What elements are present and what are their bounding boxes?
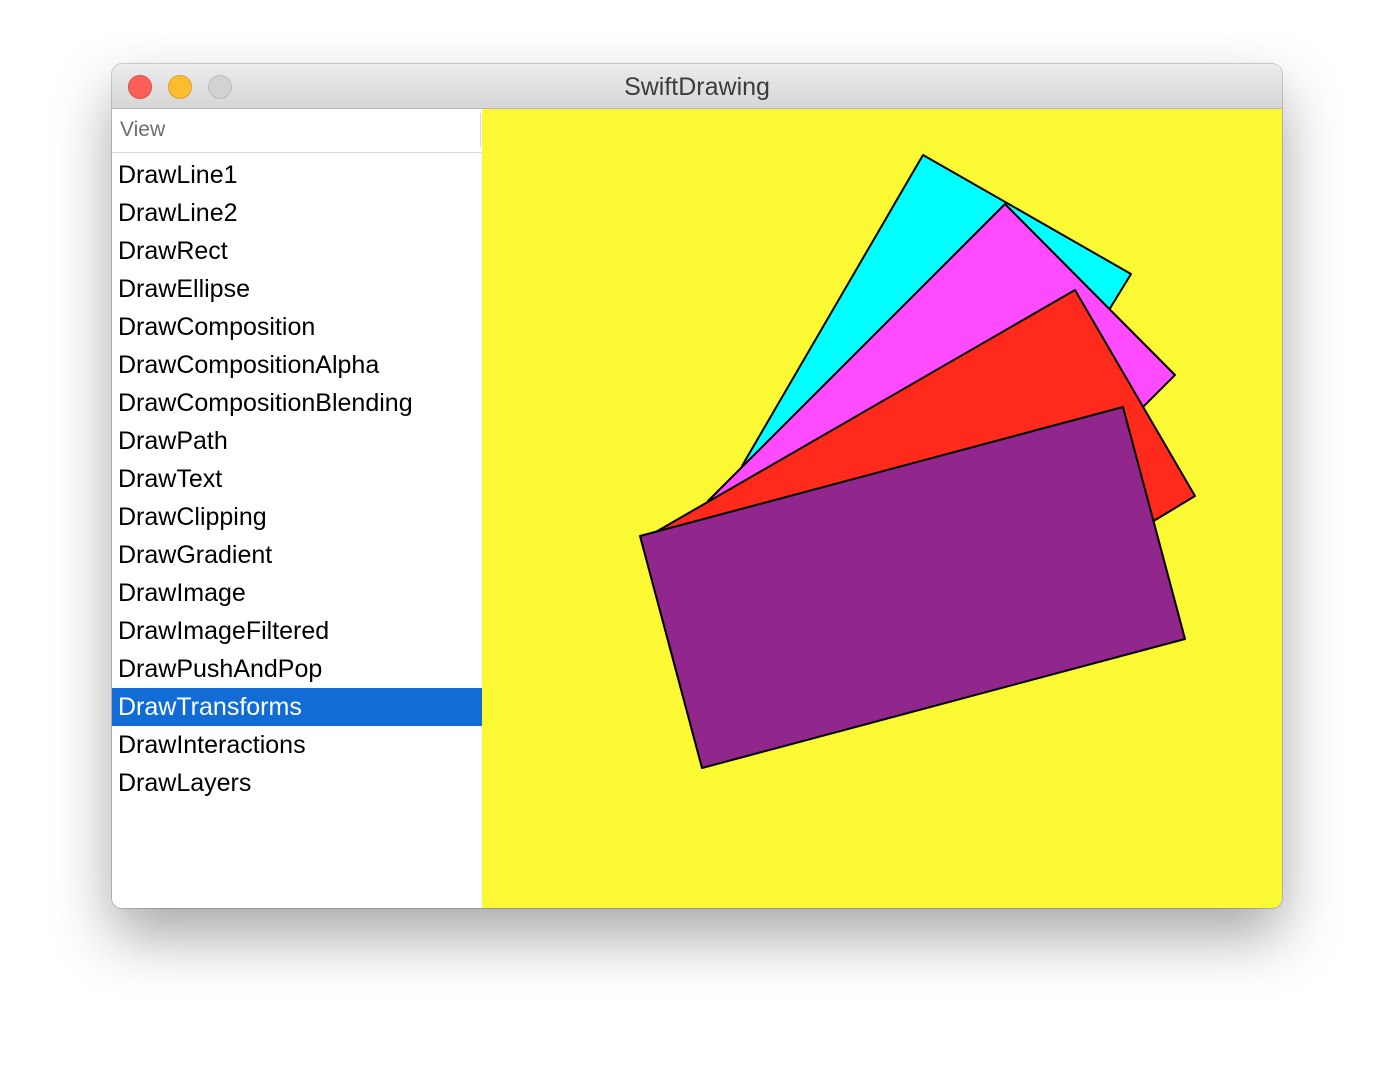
list-item[interactable]: DrawEllipse — [112, 270, 482, 308]
list-item[interactable]: DrawLine1 — [112, 156, 482, 194]
drawing-canvas[interactable] — [482, 109, 1282, 908]
list-item[interactable]: DrawCompositionBlending — [112, 384, 482, 422]
sidebar-column-header[interactable]: View — [112, 109, 482, 153]
list-item[interactable]: DrawLayers — [112, 764, 482, 802]
window-title: SwiftDrawing — [624, 73, 770, 101]
column-divider[interactable] — [480, 113, 481, 147]
view-list: DrawLine1 DrawLine2 DrawRect DrawEllipse Dra… — [112, 156, 482, 802]
sidebar: View DrawLine1 DrawLine2 DrawRect DrawEllip… — [112, 109, 482, 908]
list-item[interactable]: DrawPath — [112, 422, 482, 460]
list-item[interactable]: DrawText — [112, 460, 482, 498]
sidebar-header-label: View — [120, 118, 166, 141]
list-item[interactable]: DrawClipping — [112, 498, 482, 536]
list-item[interactable]: DrawGradient — [112, 536, 482, 574]
list-item[interactable]: DrawImageFiltered — [112, 612, 482, 650]
list-item[interactable]: DrawTransforms — [112, 688, 482, 726]
list-item[interactable]: DrawInteractions — [112, 726, 482, 764]
title-bar[interactable]: SwiftDrawing — [112, 64, 1282, 109]
list-item[interactable]: DrawPushAndPop — [112, 650, 482, 688]
app-window: SwiftDrawing View DrawLine1 DrawLine2 Draw… — [112, 64, 1282, 908]
list-item[interactable]: DrawComposition — [112, 308, 482, 346]
drawing-surface — [639, 154, 1196, 769]
list-item[interactable]: DrawLine2 — [112, 194, 482, 232]
list-item[interactable]: DrawCompositionAlpha — [112, 346, 482, 384]
list-item[interactable]: DrawImage — [112, 574, 482, 612]
list-item[interactable]: DrawRect — [112, 232, 482, 270]
